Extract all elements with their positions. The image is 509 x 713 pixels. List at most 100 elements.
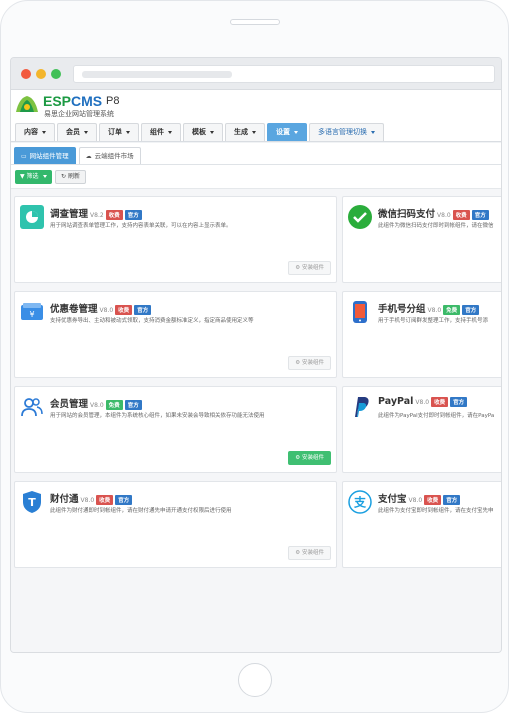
logo-subtitle: 易思企业网站管理系统 (44, 110, 114, 118)
chevron-down-icon (168, 130, 172, 134)
paid-badge: 收费 (105, 209, 123, 220)
card-description: 用于网站的会员管理，本组件为系统核心组件，如果未安装会导致相关依存功能无法使用 (50, 413, 265, 419)
tablet-frame: ESPCMS P8 易思企业网站管理系统 内容 会员 订单 组件 模板 生成 设… (0, 0, 509, 713)
pie-chart-icon (20, 205, 44, 229)
gear-icon: ⚙ (295, 265, 302, 271)
component-tabs: ▭ 网站组件管理 ☁ 云端组件市场 (11, 143, 501, 165)
chevron-down-icon (210, 130, 214, 134)
card-description: 此组件为财付通即时到帐组件，请在财付通先申请开通支付权限后进行使用 (50, 508, 232, 514)
chevron-down-icon (84, 130, 88, 134)
tablet-home-button[interactable] (238, 663, 272, 697)
close-window-dot[interactable] (21, 69, 31, 79)
toolbar: ▼ 筛选 ↻ 刷新 (11, 165, 501, 189)
official-badge: 官方 (134, 304, 152, 315)
refresh-button[interactable]: ↻ 刷新 (55, 170, 86, 184)
svg-text:T: T (28, 496, 36, 509)
component-card-members: 会员管理 V8.0 免费 官方 用于网站的会员管理，本组件为系统核心组件，如果未安装会… (14, 386, 337, 473)
browser-titlebar (11, 58, 501, 90)
install-component-button[interactable]: ⚙ 安装组件 (288, 356, 331, 370)
free-badge: 免费 (105, 399, 123, 410)
maximize-window-dot[interactable] (51, 69, 61, 79)
card-description: 支持优惠券导出、主动和被动式领取，支持消费金额标准定义，指定商品使用定义等 (50, 318, 254, 324)
paypal-icon (355, 397, 369, 417)
nav-item-members[interactable]: 会员 (57, 123, 97, 141)
component-card-paypal: PayPal V8.0 收费 官方 此组件为PayPal支付即时到帐组件，请在PayP… (342, 386, 501, 473)
filter-button[interactable]: ▼ 筛选 (15, 170, 52, 184)
tab-site-components[interactable]: ▭ 网站组件管理 (14, 147, 76, 164)
card-title: 手机号分组 V8.0 免费 官方 (378, 301, 480, 315)
official-badge: 官方 (124, 399, 142, 410)
card-title: PayPal V8.0 收费 官方 (378, 396, 468, 407)
nav-item-content[interactable]: 内容 (15, 123, 55, 141)
minimize-window-dot[interactable] (36, 69, 46, 79)
chevron-down-icon (252, 130, 256, 134)
monitor-icon: ▭ (21, 153, 27, 160)
card-description: 用于手机号订阅群发整理工作，支持手机号添 (378, 318, 489, 324)
wechat-pay-icon (348, 205, 372, 229)
nav-item-templates[interactable]: 模板 (183, 123, 223, 141)
nav-item-components[interactable]: 组件 (141, 123, 181, 141)
official-badge: 官方 (450, 396, 468, 407)
chevron-down-icon (294, 130, 298, 134)
card-title: 微信扫码支付 V8.0 收费 官方 (378, 206, 489, 220)
paid-badge: 收费 (431, 396, 449, 407)
card-description: 此组件为微信扫码支付即时到帐组件，请在微信 (378, 223, 494, 229)
official-badge: 官方 (115, 494, 133, 505)
nav-item-settings[interactable]: 设置 (267, 123, 307, 141)
chevron-down-icon (371, 130, 375, 134)
official-badge: 官方 (462, 304, 480, 315)
tablet-speaker (230, 19, 280, 25)
logo-version: P8 (106, 95, 120, 107)
official-badge: 官方 (443, 494, 461, 505)
card-title: 优惠卷管理 V8.0 收费 官方 (50, 301, 152, 315)
component-card-survey: 调查管理 V8.2 收费 官方 用于网站调查表单管理工作，支持内容表单关联，可以在内容… (14, 196, 337, 283)
card-title: 调查管理 V8.2 收费 官方 (50, 206, 142, 220)
nav-item-language-switch[interactable]: 多语言管理切换 (309, 123, 384, 141)
component-card-wechat-pay: 微信扫码支付 V8.0 收费 官方 此组件为微信扫码支付即时到帐组件，请在微信 (342, 196, 501, 283)
card-title: 会员管理 V8.0 免费 官方 (50, 396, 142, 410)
main-content: ▭ 网站组件管理 ☁ 云端组件市场 ▼ 筛选 ↻ 刷新 调查管理 V8.2 收费 官方 用… (11, 143, 501, 652)
nav-item-generate[interactable]: 生成 (225, 123, 265, 141)
official-badge: 官方 (471, 209, 489, 220)
browser-window: ESPCMS P8 易思企业网站管理系统 内容 会员 订单 组件 模板 生成 设… (10, 57, 502, 653)
install-component-button[interactable]: ⚙ 安装组件 (288, 451, 331, 465)
espcms-logo-icon (16, 96, 38, 112)
paid-badge: 收费 (96, 494, 114, 505)
alipay-icon: 支 (348, 490, 372, 514)
address-bar[interactable] (73, 65, 495, 83)
chevron-down-icon (42, 175, 47, 178)
component-card-tenpay: T 财付通 V8.0 收费 官方 此组件为财付通即时到帐组件，请在财付通先申请开通支付… (14, 481, 337, 568)
members-icon (21, 398, 43, 417)
chevron-down-icon (42, 130, 46, 134)
gear-icon: ⚙ (295, 360, 302, 366)
card-description: 此组件为支付宝即时到帐组件，请在支付宝先申 (378, 508, 494, 514)
cloud-icon: ☁ (85, 153, 92, 160)
paid-badge: 收费 (115, 304, 133, 315)
chevron-down-icon (126, 130, 130, 134)
refresh-icon: ↻ (61, 173, 68, 180)
official-badge: 官方 (124, 209, 142, 220)
nav-item-orders[interactable]: 订单 (99, 123, 139, 141)
card-title: 财付通 V8.0 收费 官方 (50, 491, 133, 505)
paid-badge: 收费 (452, 209, 470, 220)
svg-text:支: 支 (353, 495, 367, 510)
card-description: 此组件为PayPal支付即时到帐组件，请在PayPa (378, 413, 495, 419)
app-header: ESPCMS P8 易思企业网站管理系统 (11, 90, 501, 120)
gear-icon: ⚙ (295, 455, 302, 461)
card-description: 用于网站调查表单管理工作，支持内容表单关联，可以在内容上显示表单。 (50, 223, 232, 229)
component-card-coupon: ¥ 优惠卷管理 V8.0 收费 官方 支持优惠券导出、主动和被动式领取，支持消费金额标… (14, 291, 337, 378)
component-card-alipay: 支 支付宝 V8.0 收费 官方 此组件为支付宝即时到帐组件，请在支付宝先申 (342, 481, 501, 568)
free-badge: 免费 (443, 304, 461, 315)
coupon-icon: ¥ (21, 303, 43, 320)
component-card-mobile-group: 手机号分组 V8.0 免费 官方 用于手机号订阅群发整理工作，支持手机号添 (342, 291, 501, 378)
tenpay-icon: T (23, 491, 41, 513)
mobile-icon (353, 301, 367, 323)
address-bar-blurred-url (82, 71, 232, 78)
gear-icon: ⚙ (295, 550, 302, 556)
install-component-button[interactable]: ⚙ 安装组件 (288, 546, 331, 560)
main-nav: 内容 会员 订单 组件 模板 生成 设置 多语言管理切换 (11, 120, 501, 142)
paid-badge: 收费 (424, 494, 442, 505)
svg-text:¥: ¥ (29, 310, 34, 319)
tab-cloud-market[interactable]: ☁ 云端组件市场 (78, 147, 141, 164)
install-component-button[interactable]: ⚙ 安装组件 (288, 261, 331, 275)
